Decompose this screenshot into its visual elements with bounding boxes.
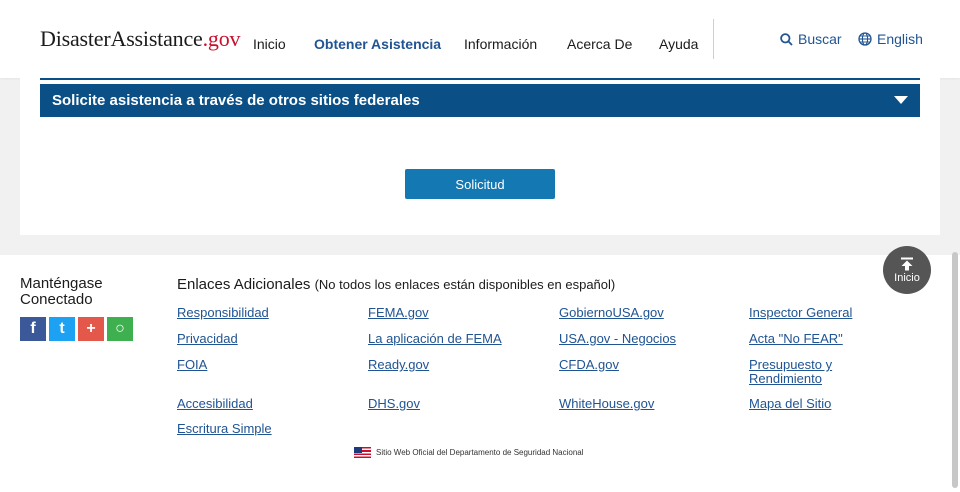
footer-link-escritura-simple[interactable]: Escritura Simple	[177, 422, 272, 436]
nav-inicio[interactable]: Inicio	[253, 36, 286, 52]
nav-informacion[interactable]: Información	[464, 36, 537, 52]
footer-link-fema-app[interactable]: La aplicación de FEMA	[368, 332, 502, 346]
us-flag-icon	[354, 447, 371, 458]
apply-button[interactable]: Solicitud	[405, 169, 555, 199]
nav-ayuda[interactable]: Ayuda	[659, 36, 698, 52]
add-share-icon[interactable]: +	[78, 317, 104, 341]
accordion-federal-sites[interactable]: Solicite asistencia a través de otros si…	[40, 84, 920, 117]
footer-link-presupuesto[interactable]: Presupuesto y Rendimiento	[749, 358, 864, 386]
official-site-notice: Sitio Web Oficial del Departamento de Se…	[354, 447, 584, 458]
footer-link-ready[interactable]: Ready.gov	[368, 358, 429, 372]
search-label: Buscar	[798, 31, 842, 47]
language-label: English	[877, 31, 923, 47]
social-links: f t + ○	[20, 317, 133, 341]
additional-links-heading: Enlaces Adicionales (No todos los enlace…	[177, 276, 615, 293]
stay-connected-heading: Manténgase Conectado	[20, 275, 103, 308]
footer-link-whitehouse[interactable]: WhiteHouse.gov	[559, 397, 654, 411]
footer-link-mapa-del-sitio[interactable]: Mapa del Sitio	[749, 397, 831, 411]
footer-link-responsibilidad[interactable]: Responsibilidad	[177, 306, 269, 320]
footer-link-privacidad[interactable]: Privacidad	[177, 332, 238, 346]
nav-divider	[713, 19, 714, 59]
logo-text-assistance: Assistance	[110, 26, 203, 51]
footer-link-cfda[interactable]: CFDA.gov	[559, 358, 619, 372]
back-to-top-label: Inicio	[894, 272, 920, 284]
nav-acerca-de[interactable]: Acerca De	[567, 36, 632, 52]
chevron-down-icon	[894, 96, 908, 104]
official-site-text: Sitio Web Oficial del Departamento de Se…	[376, 448, 584, 457]
nav-obtener-asistencia[interactable]: Obtener Asistencia	[314, 36, 441, 52]
footer-link-foia[interactable]: FOIA	[177, 358, 207, 372]
footer-link-usa-negocios[interactable]: USA.gov - Negocios	[559, 332, 676, 346]
facebook-icon[interactable]: f	[20, 317, 46, 341]
footer-link-dhs[interactable]: DHS.gov	[368, 397, 420, 411]
twitter-icon[interactable]: t	[49, 317, 75, 341]
accordion-title: Solicite asistencia a través de otros si…	[52, 92, 420, 109]
logo-text-gov: .gov	[202, 26, 241, 51]
footer-link-no-fear-act[interactable]: Acta "No FEAR"	[749, 332, 843, 346]
globe-icon	[858, 32, 872, 46]
search-link[interactable]: Buscar	[780, 31, 842, 47]
logo-text-disaster: Disaster	[40, 26, 111, 51]
footer-link-gobiernousa[interactable]: GobiernoUSA.gov	[559, 306, 664, 320]
search-icon	[780, 32, 793, 46]
accordion-divider	[40, 78, 920, 80]
footer-link-fema[interactable]: FEMA.gov	[368, 306, 429, 320]
additional-links-title: Enlaces Adicionales	[177, 276, 311, 293]
additional-links-note: (No todos los enlaces están disponibles …	[314, 277, 616, 292]
footer-link-inspector-general[interactable]: Inspector General	[749, 306, 852, 320]
footer-link-accesibilidad[interactable]: Accesibilidad	[177, 397, 253, 411]
scrollbar[interactable]	[952, 252, 958, 488]
back-to-top-button[interactable]: Inicio	[883, 246, 931, 294]
site-logo[interactable]: DisasterAssistance.gov	[40, 26, 240, 52]
language-link[interactable]: English	[858, 31, 923, 47]
site-header: DisasterAssistance.gov Inicio Obtener As…	[0, 0, 960, 78]
chat-icon[interactable]: ○	[107, 317, 133, 341]
